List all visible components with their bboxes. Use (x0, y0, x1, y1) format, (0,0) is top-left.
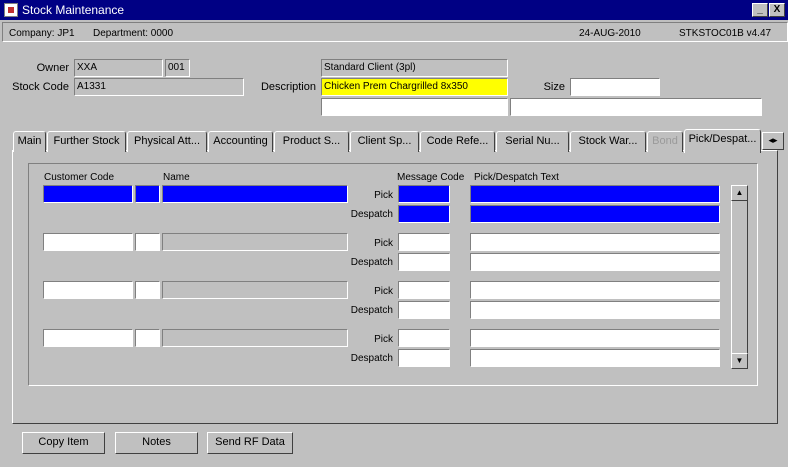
stock-code-field[interactable]: A1331 (74, 78, 244, 96)
despatch-text-field[interactable] (470, 349, 720, 367)
description-line3-field[interactable] (510, 98, 762, 116)
tab-main[interactable]: Main (13, 131, 46, 152)
tab-pick-despatch[interactable]: Pick/Despat... (684, 129, 761, 153)
owner-field[interactable]: XXA (74, 59, 163, 77)
col-pick-despatch-text: Pick/Despatch Text (474, 172, 559, 183)
minimize-button[interactable]: _ (752, 3, 768, 17)
notes-button[interactable]: Notes (115, 432, 198, 454)
tab-scroll-arrows[interactable]: ◂▸ (762, 132, 784, 150)
owner-label: Owner (36, 62, 69, 74)
customer-code-field[interactable] (43, 329, 133, 347)
despatch-label: Despatch (350, 209, 393, 220)
col-message-code: Message Code (397, 172, 465, 183)
records-scrollbar[interactable] (731, 185, 748, 369)
app-icon (4, 3, 18, 17)
tab-stock-warehouse[interactable]: Stock War... (570, 131, 646, 152)
window-title: Stock Maintenance (22, 3, 125, 17)
despatch-label: Despatch (350, 305, 393, 316)
pick-text-field[interactable] (470, 281, 720, 299)
tab-code-reference[interactable]: Code Refe... (420, 131, 495, 152)
despatch-text-field[interactable] (470, 253, 720, 271)
size-field[interactable] (570, 78, 660, 96)
pick-label: Pick (374, 238, 393, 249)
tab-serial-numbers[interactable]: Serial Nu... (496, 131, 569, 152)
tab-client-specific[interactable]: Client Sp... (350, 131, 419, 152)
tab-physical-attributes[interactable]: Physical Att... (127, 131, 207, 152)
customer-name-field (162, 329, 348, 347)
window-edge (788, 0, 792, 467)
customer-suffix-field[interactable] (135, 329, 160, 347)
despatch-text-field[interactable] (470, 301, 720, 319)
pick-message-code-field[interactable] (398, 329, 450, 347)
pick-label: Pick (374, 190, 393, 201)
tab-accounting[interactable]: Accounting (208, 131, 273, 152)
customer-suffix-field[interactable] (135, 185, 160, 203)
department-text: Department: 0000 (93, 28, 174, 39)
date-text: 24-AUG-2010 (579, 28, 641, 39)
tab-bond: Bond (647, 131, 683, 152)
description-field[interactable]: Chicken Prem Chargrilled 8x350 (321, 78, 508, 96)
col-name: Name (163, 172, 190, 183)
client-name-field: Standard Client (3pl) (321, 59, 508, 77)
customer-name-field (162, 233, 348, 251)
customer-suffix-field[interactable] (135, 281, 160, 299)
stock-code-label: Stock Code (12, 81, 69, 93)
tab-product-s[interactable]: Product S... (274, 131, 349, 152)
col-customer-code: Customer Code (44, 172, 115, 183)
send-rf-data-button[interactable]: Send RF Data (207, 432, 293, 454)
description-label: Description (260, 81, 316, 93)
despatch-message-code-field[interactable] (398, 349, 450, 367)
size-label: Size (543, 81, 565, 93)
company-text: Company: JP1 (9, 28, 75, 39)
pick-text-field[interactable] (470, 233, 720, 251)
owner-code-field[interactable]: 001 (165, 59, 190, 77)
customer-name-field (162, 281, 348, 299)
despatch-text-field[interactable] (470, 205, 720, 223)
despatch-message-code-field[interactable] (398, 205, 450, 223)
pick-label: Pick (374, 286, 393, 297)
pick-message-code-field[interactable] (398, 185, 450, 203)
customer-code-field[interactable] (43, 233, 133, 251)
despatch-message-code-field[interactable] (398, 301, 450, 319)
customer-name-field[interactable] (162, 185, 348, 203)
form-version-text: STKSTOC01B v4.47 (679, 28, 772, 39)
scroll-up-icon[interactable]: ▲ (731, 185, 748, 201)
despatch-message-code-field[interactable] (398, 253, 450, 271)
customer-code-field[interactable] (43, 185, 133, 203)
pick-message-code-field[interactable] (398, 281, 450, 299)
pick-text-field[interactable] (470, 329, 720, 347)
pick-message-code-field[interactable] (398, 233, 450, 251)
pick-label: Pick (374, 334, 393, 345)
pick-text-field[interactable] (470, 185, 720, 203)
copy-item-button[interactable]: Copy Item (22, 432, 105, 454)
despatch-label: Despatch (350, 257, 393, 268)
info-bar: Company: JP1 Department: 0000 24-AUG-201… (2, 22, 788, 42)
close-button[interactable]: X (769, 3, 785, 17)
despatch-label: Despatch (350, 353, 393, 364)
customer-suffix-field[interactable] (135, 233, 160, 251)
scroll-down-icon[interactable]: ▼ (731, 353, 748, 369)
title-bar: Stock Maintenance _ X (0, 0, 788, 20)
customer-code-field[interactable] (43, 281, 133, 299)
description-line2-field[interactable] (321, 98, 508, 116)
tab-further-stock[interactable]: Further Stock (47, 131, 126, 152)
